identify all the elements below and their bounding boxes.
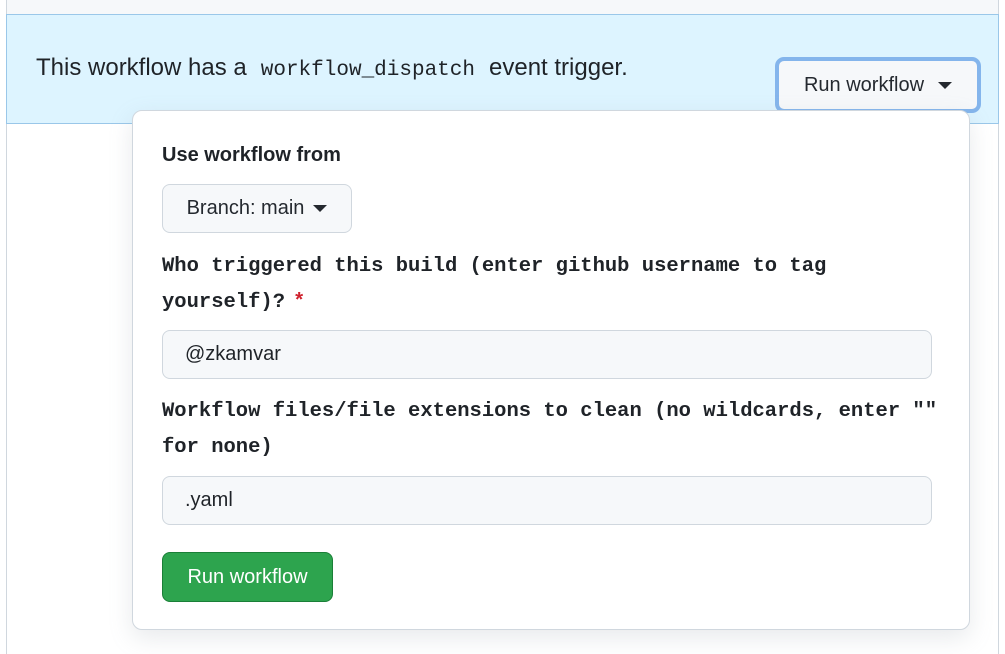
triggered-by-input[interactable] [162, 330, 932, 379]
triggered-by-label: Who triggered this build (enter github u… [162, 249, 942, 321]
files-to-clean-input[interactable] [162, 476, 932, 525]
use-workflow-from-label: Use workflow from [162, 144, 341, 166]
chevron-down-icon [313, 205, 328, 212]
files-to-clean-label: Workflow files/file extensions to clean … [162, 400, 938, 459]
run-workflow-dropdown-button[interactable]: Run workflow [775, 57, 981, 113]
workflow-dispatch-banner: This workflow has a workflow_dispatch ev… [6, 14, 999, 124]
run-workflow-dropdown-menu: Use workflow from Branch: main Who trigg… [132, 110, 970, 630]
run-workflow-dropdown-label: Run workflow [803, 73, 925, 96]
top-strip [6, 0, 999, 14]
banner-text-before: This workflow has a [36, 54, 247, 81]
required-marker: * [293, 291, 306, 314]
banner-code: workflow_dispatch [260, 59, 475, 82]
chevron-down-icon [938, 81, 953, 89]
triggered-by-label-text: Who triggered this build (enter github u… [162, 255, 827, 314]
banner-message: This workflow has a workflow_dispatch ev… [36, 54, 628, 82]
banner-text-after: event trigger. [489, 54, 628, 81]
branch-select-button[interactable]: Branch: main [162, 184, 352, 233]
run-workflow-submit-button[interactable]: Run workflow [162, 552, 333, 602]
branch-select-label: Branch: main [186, 197, 305, 219]
